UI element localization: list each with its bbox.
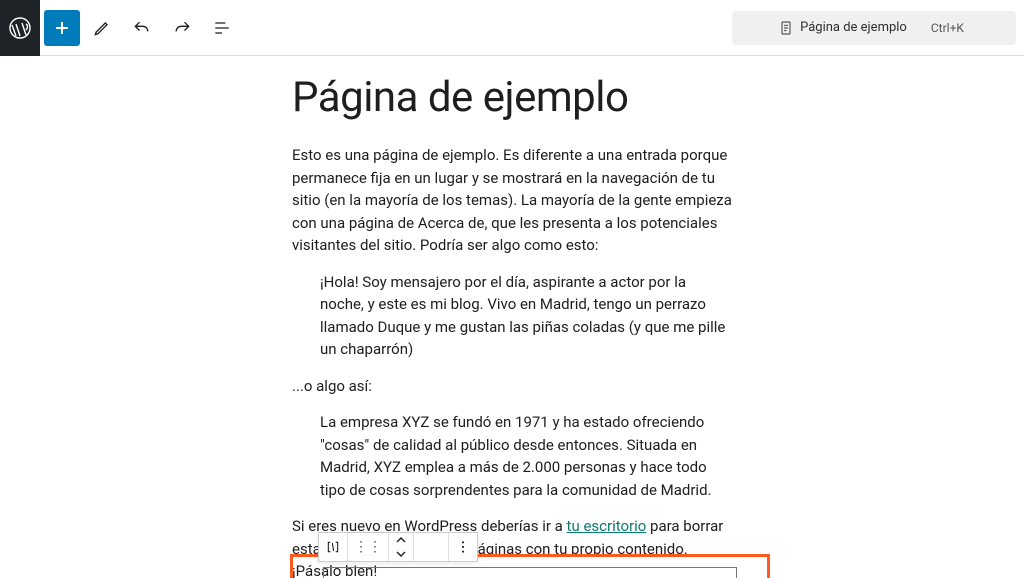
quote-1-text: ¡Hola! Soy mensajero por el día, aspiran…	[320, 271, 732, 361]
intro-paragraph[interactable]: Esto es una página de ejemplo. Es difere…	[292, 144, 732, 257]
dashboard-link[interactable]: tu escritorio	[567, 517, 647, 535]
move-down-button[interactable]	[393, 547, 409, 561]
wordpress-logo-icon	[8, 16, 32, 40]
page-title[interactable]: Página de ejemplo	[292, 74, 732, 122]
wordpress-logo-button[interactable]	[0, 0, 40, 56]
pencil-icon	[92, 18, 112, 38]
toolbar-gap	[414, 533, 449, 561]
block-toolbar: ⋮⋮	[318, 532, 478, 562]
plus-icon	[52, 18, 72, 38]
add-block-button[interactable]	[44, 10, 80, 46]
block-type-button[interactable]	[319, 533, 348, 561]
page-selector-label: Página de ejemplo	[800, 20, 907, 35]
or-paragraph[interactable]: ...o algo así:	[292, 375, 732, 398]
undo-button[interactable]	[124, 10, 160, 46]
drag-handle[interactable]: ⋮⋮	[348, 533, 389, 561]
shortcode-block[interactable]: Shortcode [delete_account]	[323, 567, 737, 578]
quote-block-1[interactable]: ¡Hola! Soy mensajero por el día, aspiran…	[292, 271, 732, 361]
block-options-button[interactable]	[449, 533, 477, 561]
page-icon	[778, 20, 794, 36]
redo-button[interactable]	[164, 10, 200, 46]
kebab-icon	[455, 539, 471, 555]
move-buttons	[389, 533, 414, 561]
undo-icon	[132, 18, 152, 38]
page-selector[interactable]: Página de ejemplo Ctrl+K	[732, 11, 1016, 45]
tools-button[interactable]	[84, 10, 120, 46]
list-icon	[212, 18, 232, 38]
document-overview-button[interactable]	[204, 10, 240, 46]
quote-block-2[interactable]: La empresa XYZ se fundó en 1971 y ha est…	[292, 411, 732, 501]
keyboard-shortcut-label: Ctrl+K	[931, 21, 970, 35]
page-content: Página de ejemplo Esto es una página de …	[292, 74, 732, 578]
shortcode-icon	[325, 539, 341, 555]
drag-icon: ⋮⋮	[354, 540, 382, 554]
redo-icon	[172, 18, 192, 38]
move-up-button[interactable]	[393, 533, 409, 547]
editor-top-toolbar: Página de ejemplo Ctrl+K	[0, 0, 1024, 56]
editor-canvas[interactable]: Página de ejemplo Esto es una página de …	[0, 56, 1024, 578]
quote-2-text: La empresa XYZ se fundó en 1971 y ha est…	[320, 411, 732, 501]
